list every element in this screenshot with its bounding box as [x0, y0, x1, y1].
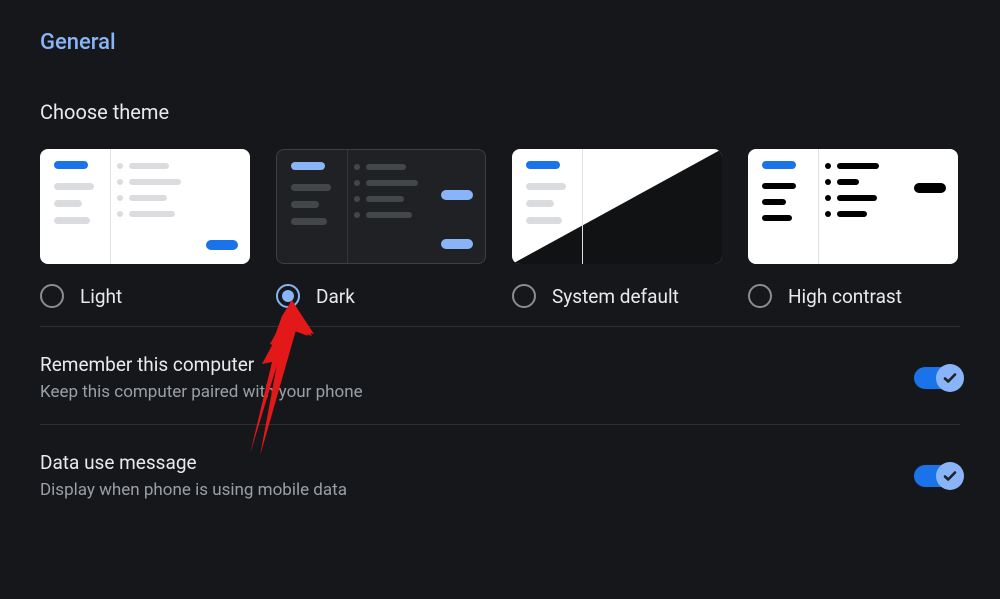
- radio-dark[interactable]: Dark: [276, 284, 486, 308]
- radio-label: High contrast: [788, 285, 902, 308]
- theme-option-dark[interactable]: [276, 149, 486, 264]
- setting-title: Remember this computer: [40, 353, 363, 376]
- radio-icon: [276, 284, 300, 308]
- setting-data-use-message: Data use message Display when phone is u…: [40, 425, 960, 522]
- toggle-remember-computer[interactable]: [914, 367, 960, 389]
- radio-label: System default: [552, 285, 679, 308]
- theme-radio-row: Light Dark System default High contrast: [40, 284, 960, 308]
- radio-label: Light: [80, 285, 122, 308]
- choose-theme-heading: Choose theme: [40, 100, 960, 124]
- section-title: General: [40, 30, 960, 55]
- toggle-data-use-message[interactable]: [914, 465, 960, 487]
- setting-remember-computer: Remember this computer Keep this compute…: [40, 327, 960, 425]
- theme-preview-light: [40, 149, 250, 264]
- theme-preview-high-contrast: [748, 149, 958, 264]
- radio-icon: [40, 284, 64, 308]
- setting-title: Data use message: [40, 451, 347, 474]
- theme-option-system-default[interactable]: [512, 149, 722, 264]
- radio-icon: [748, 284, 772, 308]
- theme-option-light[interactable]: [40, 149, 250, 264]
- setting-subtitle: Keep this computer paired with your phon…: [40, 382, 363, 402]
- radio-high-contrast[interactable]: High contrast: [748, 284, 958, 308]
- setting-subtitle: Display when phone is using mobile data: [40, 480, 347, 500]
- check-icon: [942, 468, 958, 484]
- radio-light[interactable]: Light: [40, 284, 250, 308]
- theme-option-high-contrast[interactable]: [748, 149, 958, 264]
- check-icon: [942, 370, 958, 386]
- radio-system-default[interactable]: System default: [512, 284, 722, 308]
- theme-preview-system-default: [512, 149, 722, 264]
- radio-label: Dark: [316, 285, 355, 308]
- radio-icon: [512, 284, 536, 308]
- theme-preview-dark: [276, 149, 486, 264]
- theme-preview-row: [40, 149, 960, 264]
